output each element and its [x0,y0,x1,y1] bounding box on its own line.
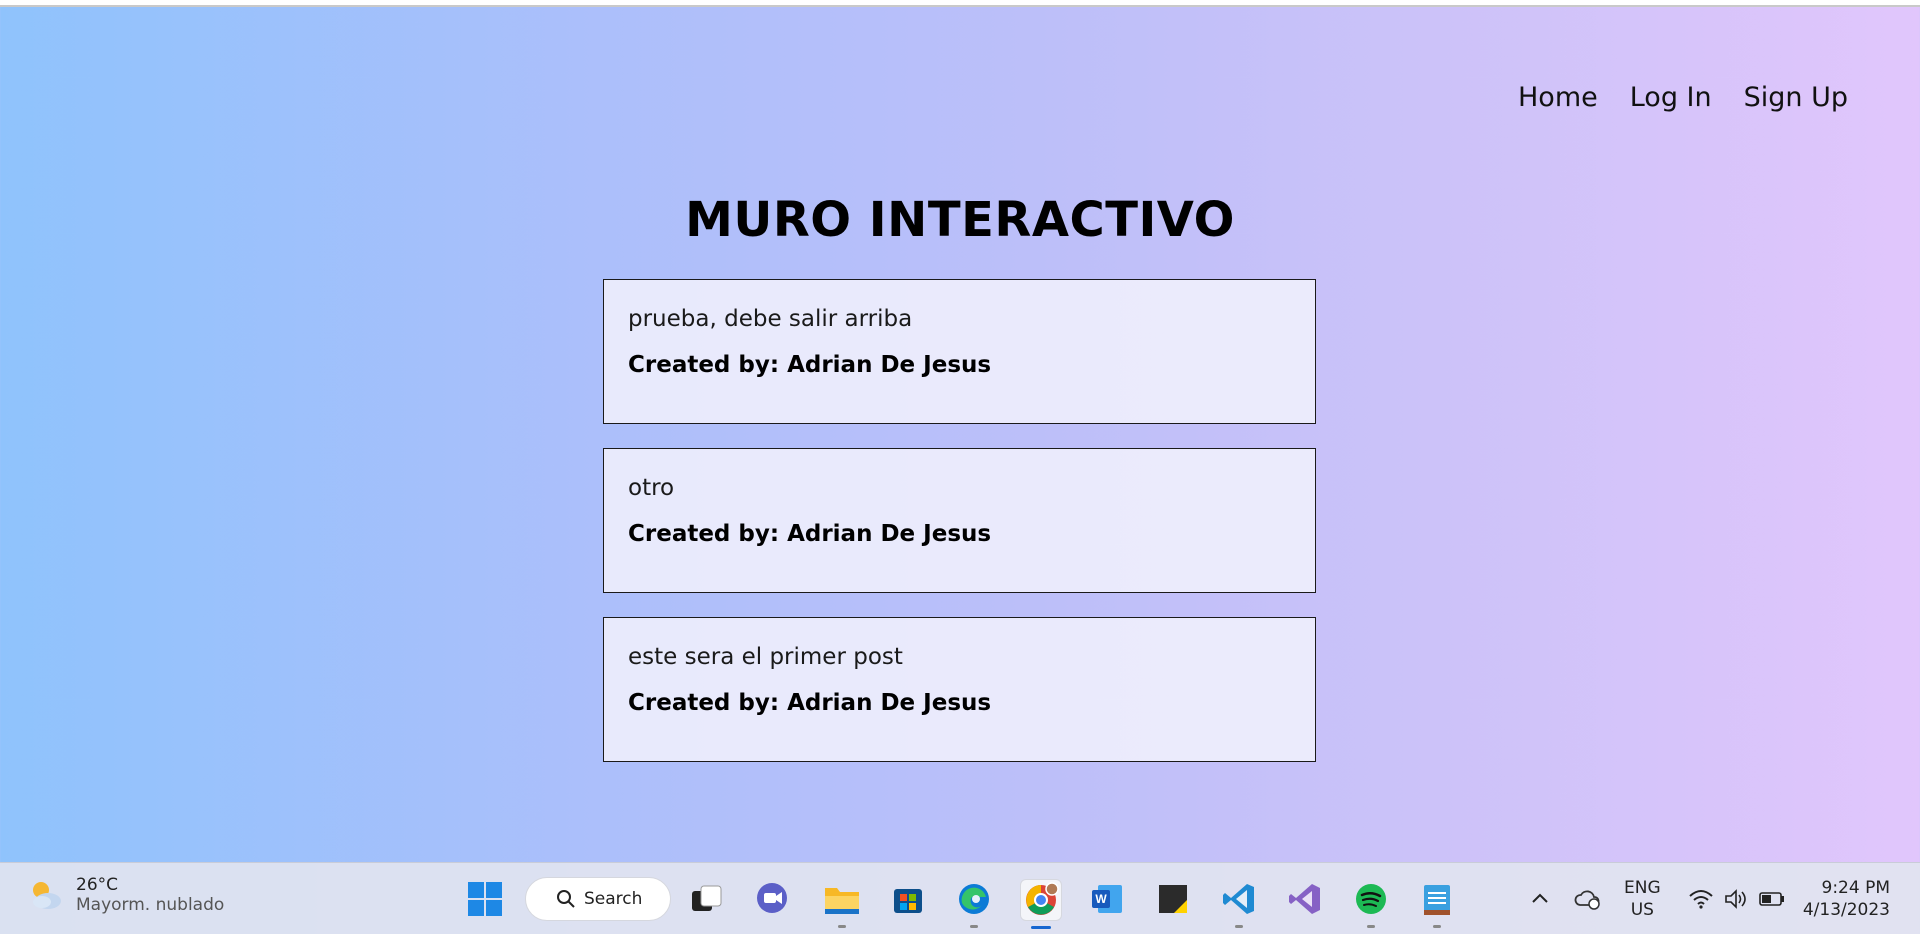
search-icon [557,890,575,908]
visual-studio-icon[interactable] [1285,879,1325,919]
edge-icon[interactable] [954,879,994,928]
post-card: otro Created by: Adrian De Jesus [603,448,1316,593]
page-title: MURO INTERACTIVO [685,192,1235,248]
chrome-icon[interactable] [1020,879,1062,929]
windows-start-icon[interactable] [465,879,505,919]
file-explorer-icon[interactable] [822,879,862,928]
battery-icon[interactable] [1752,879,1792,919]
notepad-icon[interactable] [1417,879,1457,928]
post-text: este sera el primer post [628,644,903,670]
post-card: este sera el primer post Created by: Adr… [603,617,1316,762]
onedrive-sync-icon[interactable] [1568,879,1608,919]
post-text: otro [628,475,675,501]
nav-login-link[interactable]: Log In [1630,82,1712,113]
post-author: Created by: Adrian De Jesus [628,352,992,378]
weather-condition: Mayorm. nublado [76,895,225,915]
volume-icon[interactable] [1716,879,1756,919]
microsoft-store-icon[interactable] [888,879,928,919]
word-icon[interactable]: W [1087,879,1127,919]
main-nav: Home Log In Sign Up [1518,82,1848,113]
spotify-icon[interactable] [1351,879,1391,928]
chevron-up-icon[interactable] [1520,879,1560,919]
nav-signup-link[interactable]: Sign Up [1744,82,1848,113]
post-card: prueba, debe salir arriba Created by: Ad… [603,279,1316,424]
task-view-icon[interactable] [686,879,726,919]
browser-top-edge [0,0,1920,7]
vscode-icon[interactable] [1219,879,1259,928]
language-indicator[interactable]: ENG US [1624,877,1661,921]
language-code: ENG [1624,878,1661,898]
weather-temp: 26°C [76,875,119,895]
clock-date: 4/13/2023 [1802,900,1890,920]
svg-text:W: W [1095,892,1107,906]
clock-time: 9:24 PM [1821,878,1891,898]
nav-home-link[interactable]: Home [1518,82,1598,113]
sticky-notes-icon[interactable] [1153,879,1193,919]
post-author: Created by: Adrian De Jesus [628,521,992,547]
search-label: Search [584,889,643,909]
post-text: prueba, debe salir arriba [628,306,913,332]
teams-chat-icon[interactable] [752,879,792,919]
region-code: US [1630,900,1654,920]
partly-cloudy-icon [33,882,61,909]
system-clock[interactable]: 9:24 PM 4/13/2023 [1803,877,1890,921]
wifi-icon[interactable] [1681,879,1721,919]
weather-widget[interactable]: 26°C Mayorm. nublado [26,875,224,915]
taskbar: 26°C Mayorm. nublado Search W ENG US 9:2… [0,862,1920,934]
post-author: Created by: Adrian De Jesus [628,690,992,716]
taskbar-search[interactable]: Search [525,877,671,921]
